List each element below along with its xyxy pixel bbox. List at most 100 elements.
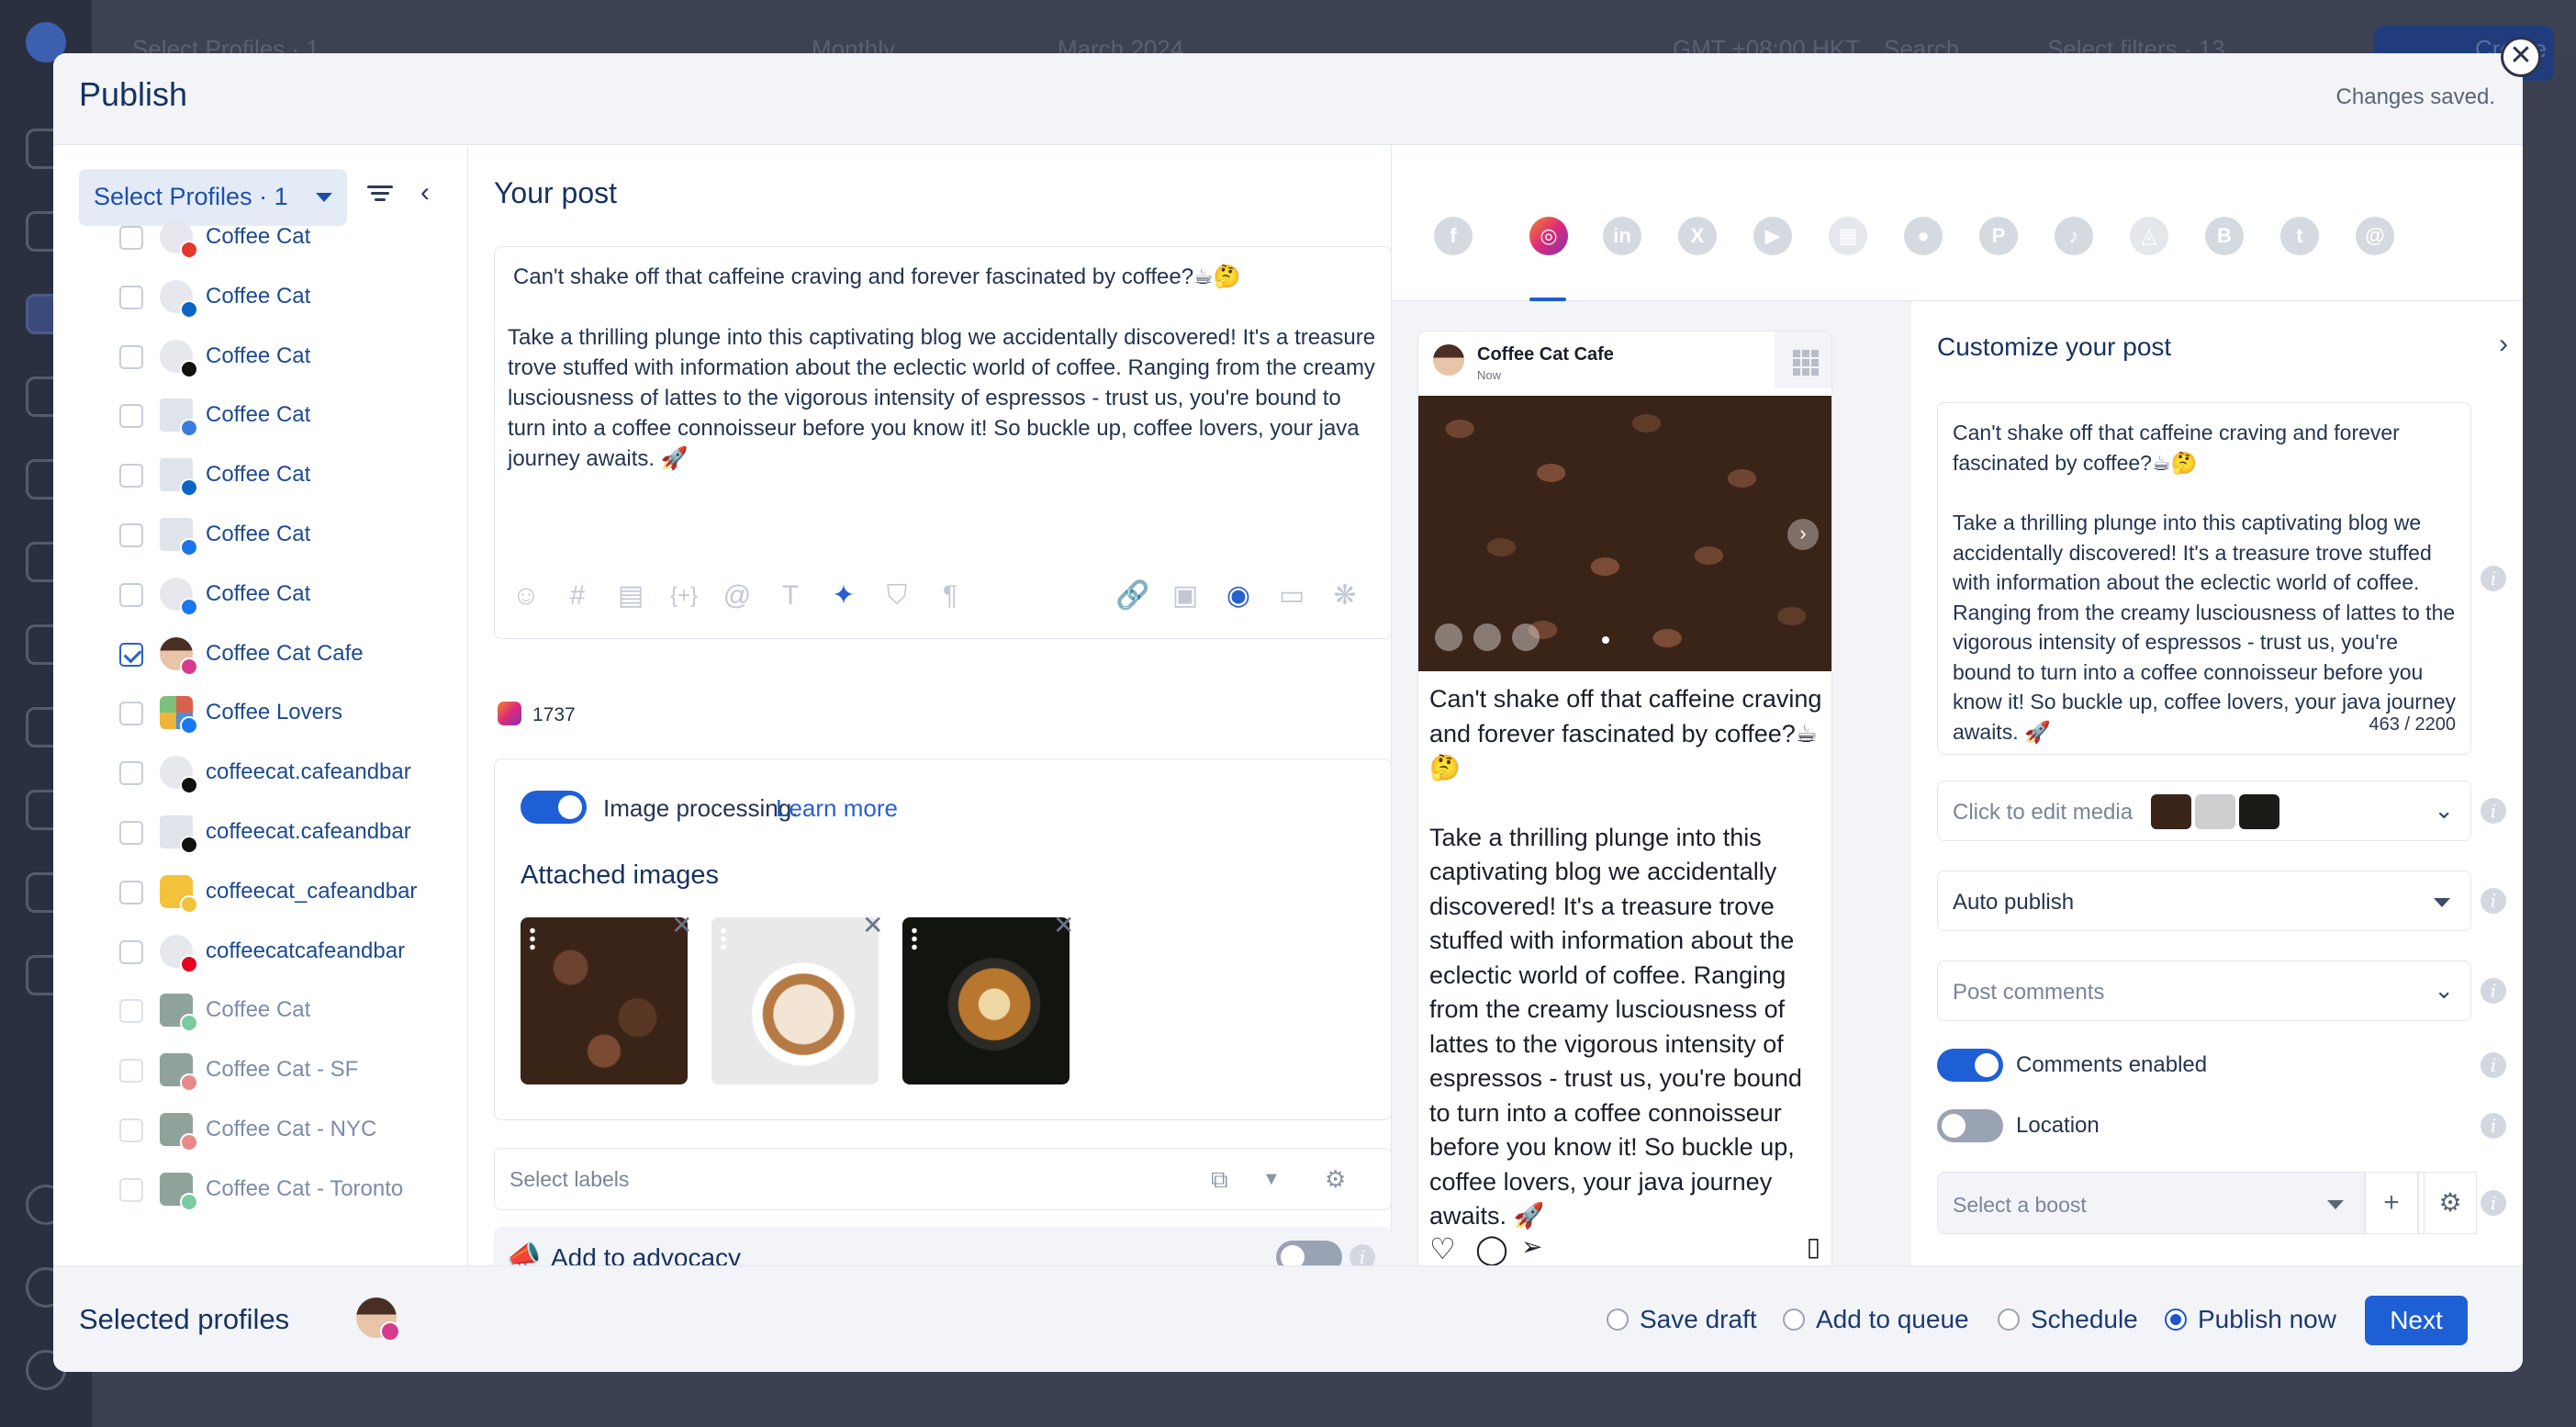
emoji-icon[interactable]: ☺	[510, 579, 543, 612]
profile-row[interactable]: coffeecat.cafeandbar	[53, 803, 467, 861]
remove-image-3-icon[interactable]: ✕	[1053, 910, 1074, 940]
tab-bluesky-icon[interactable]: B	[2205, 217, 2244, 255]
profile-checkbox[interactable]	[119, 226, 143, 250]
custom-text-editor[interactable]: Can't shake off that caffeine craving an…	[1937, 402, 2471, 755]
save-draft-radio[interactable]	[1607, 1309, 1629, 1331]
profile-checkbox[interactable]	[119, 344, 143, 369]
publish-now-radio[interactable]	[2165, 1309, 2187, 1331]
tab-facebook-icon[interactable]: f	[1434, 217, 1473, 255]
mention-icon[interactable]: @	[721, 579, 754, 612]
tab-youtube-icon[interactable]: ▶	[1753, 217, 1792, 255]
comments-enabled-toggle[interactable]	[1937, 1049, 2003, 1082]
close-modal-button[interactable]: ✕	[2501, 37, 2541, 77]
tab-snapchat-icon[interactable]: ◬	[2130, 217, 2168, 255]
info-icon[interactable]: i	[2481, 566, 2506, 591]
tab-pinterest-icon[interactable]: P	[1979, 217, 2018, 255]
profile-row[interactable]: coffeecatcafeandbar	[53, 922, 467, 981]
attached-image-2[interactable]	[711, 917, 879, 1084]
profile-checkbox[interactable]	[119, 1059, 143, 1084]
profile-checkbox[interactable]	[119, 642, 143, 667]
camera-icon[interactable]: ◉	[1222, 579, 1255, 612]
profile-row[interactable]: Coffee Cat	[53, 327, 467, 386]
shield-icon[interactable]: ⛉	[880, 579, 913, 612]
tab-tumblr-icon[interactable]: t	[2280, 217, 2319, 255]
video-icon[interactable]: ▣	[1169, 579, 1202, 612]
profile-row[interactable]: coffeecat_cafeandbar	[53, 862, 467, 921]
location-toggle[interactable]	[1937, 1109, 2003, 1142]
more-vertical-icon[interactable]	[530, 927, 535, 950]
add-to-queue-radio[interactable]	[1783, 1309, 1805, 1331]
profile-checkbox[interactable]	[119, 821, 143, 845]
profile-row[interactable]: Coffee Cat	[53, 386, 467, 444]
caret-down-icon[interactable]: ▼	[1262, 1169, 1281, 1190]
profile-checkbox[interactable]	[119, 523, 143, 547]
profile-checkbox[interactable]	[119, 761, 143, 786]
tab-threads-icon[interactable]: @	[2356, 217, 2394, 255]
tab-x-icon[interactable]: X	[1678, 217, 1717, 255]
tag-people-icon[interactable]	[1435, 624, 1462, 651]
profile-checkbox[interactable]	[119, 1118, 143, 1142]
info-icon[interactable]: i	[2481, 798, 2506, 824]
profile-row[interactable]: Coffee Cat	[53, 565, 467, 624]
labels-select[interactable]: Select labels ⧉ ▼ ⚙	[494, 1148, 1392, 1210]
image-processing-toggle[interactable]	[521, 791, 587, 824]
tab-linkedin-icon[interactable]: in	[1603, 217, 1641, 255]
paragraph-icon[interactable]: ¶	[934, 579, 967, 612]
grid-view-icon[interactable]	[1775, 331, 1831, 388]
info-icon[interactable]: i	[2481, 978, 2506, 1004]
text-block-icon[interactable]: ▤	[614, 579, 647, 612]
info-icon[interactable]: i	[2481, 1190, 2506, 1216]
add-boost-icon[interactable]: +	[2365, 1172, 2418, 1234]
profile-row[interactable]: Coffee Cat	[53, 981, 467, 1039]
profile-checkbox[interactable]	[119, 1177, 143, 1202]
boost-settings-icon[interactable]: ⚙	[2424, 1172, 2477, 1234]
profile-checkbox[interactable]	[119, 464, 143, 489]
hashtag-icon[interactable]: #	[561, 579, 594, 612]
selected-profile-avatar[interactable]	[356, 1298, 400, 1342]
chevron-left-icon[interactable]: ‹	[420, 179, 448, 208]
magic-wand-icon[interactable]: ✦	[827, 579, 860, 612]
variable-icon[interactable]: {+}	[667, 579, 700, 612]
post-comments-field[interactable]: Post comments ⌄	[1937, 961, 2471, 1021]
carousel-next-icon[interactable]: ›	[1787, 519, 1819, 550]
tab-google-business-icon[interactable]: ▦	[1829, 217, 1867, 255]
profile-row[interactable]: Coffee Cat	[53, 445, 467, 504]
info-icon[interactable]: i	[2481, 1113, 2506, 1139]
post-text-editor[interactable]: Can't shake off that caffeine craving an…	[494, 246, 1392, 639]
profile-row[interactable]: Coffee Cat - NYC	[53, 1100, 467, 1159]
profile-row[interactable]: Coffee Cat Cafe	[53, 624, 467, 683]
remove-image-1-icon[interactable]: ✕	[671, 910, 692, 940]
gear-icon[interactable]: ⚙	[1325, 1165, 1346, 1194]
profile-checkbox[interactable]	[119, 285, 143, 309]
document-icon[interactable]: ▭	[1275, 579, 1308, 612]
more-vertical-icon[interactable]	[721, 927, 726, 950]
profile-checkbox[interactable]	[119, 880, 143, 905]
profile-row[interactable]: Coffee Cat - Toronto	[53, 1160, 467, 1219]
profile-row[interactable]: Coffee Cat	[53, 267, 467, 326]
publish-mode-select[interactable]: Auto publish	[1937, 871, 2471, 931]
learn-more-link[interactable]: Learn more	[776, 794, 898, 823]
next-button[interactable]: Next	[2365, 1296, 2468, 1345]
tab-reddit-icon[interactable]: ●	[1904, 217, 1943, 255]
tag-product-icon[interactable]	[1473, 624, 1501, 651]
attached-image-3[interactable]	[902, 917, 1070, 1084]
attached-image-1[interactable]	[521, 917, 688, 1084]
more-vertical-icon[interactable]	[912, 927, 917, 950]
link-icon[interactable]: 🔗	[1115, 579, 1149, 612]
profile-checkbox[interactable]	[119, 939, 143, 964]
remove-image-2-icon[interactable]: ✕	[862, 910, 883, 940]
collaborator-icon[interactable]	[1512, 624, 1540, 651]
chevron-right-icon[interactable]: ›	[2499, 329, 2508, 360]
filter-icon[interactable]	[365, 182, 395, 208]
profile-checkbox[interactable]	[119, 404, 143, 429]
profile-checkbox[interactable]	[119, 582, 143, 607]
info-icon[interactable]: i	[2481, 1052, 2506, 1078]
tab-instagram-icon[interactable]: ◎	[1529, 217, 1568, 255]
integrations-icon[interactable]: ❋	[1328, 579, 1361, 612]
text-format-icon[interactable]: T	[774, 579, 807, 612]
tab-tiktok-icon[interactable]: ♪	[2055, 217, 2093, 255]
profile-row[interactable]: Coffee Cat	[53, 505, 467, 564]
copy-icon[interactable]: ⧉	[1211, 1165, 1228, 1195]
boost-select[interactable]: Select a boost	[1937, 1172, 2365, 1234]
profile-row[interactable]: Coffee Cat - SF	[53, 1040, 467, 1099]
